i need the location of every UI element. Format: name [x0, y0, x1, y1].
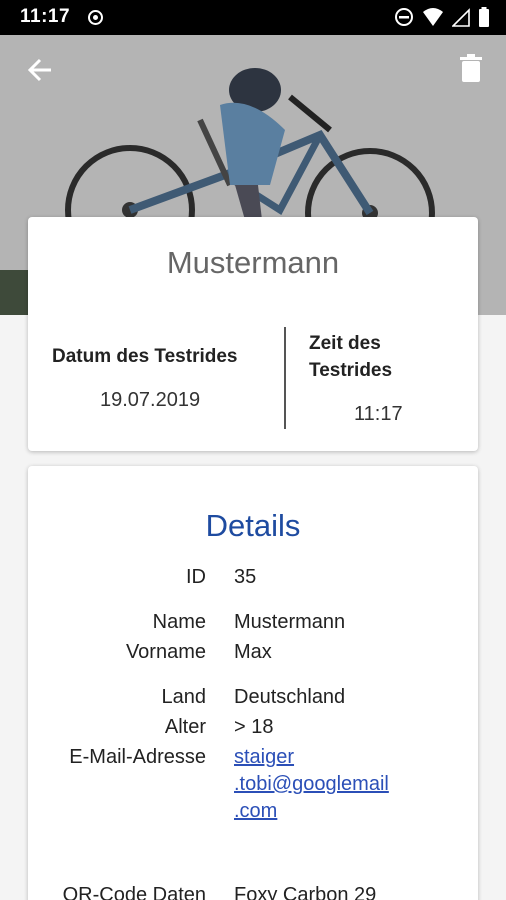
delete-button[interactable]: [456, 50, 486, 86]
detail-value: Mustermann: [234, 611, 346, 633]
detail-label: Name: [152, 611, 206, 633]
summary-title: Mustermann: [166, 245, 340, 280]
time-label-line1: Zeit des: [309, 333, 381, 354]
trash-icon: [460, 54, 482, 82]
detail-label: Vorname: [125, 641, 206, 663]
email-link[interactable]: staiger .tobi@googlemail .com: [234, 744, 389, 825]
details-title: Details: [205, 508, 301, 543]
status-icons: [394, 6, 490, 28]
notification-icon: [88, 10, 103, 25]
detail-label: Alter: [164, 716, 206, 738]
back-button[interactable]: [20, 52, 60, 88]
email-line: .tobi@googlemail: [234, 773, 389, 795]
detail-value: 35: [234, 566, 257, 588]
time-label: Zeit des Testrides: [309, 330, 392, 384]
detail-label: QR-Code Daten: [62, 884, 206, 900]
status-bar: 11:17: [0, 0, 506, 35]
wifi-icon: [423, 8, 443, 26]
detail-label: E-Mail-Adresse: [69, 746, 206, 768]
status-time: 11:17: [20, 6, 71, 27]
date-label: Datum des Testrides: [52, 346, 238, 367]
detail-value: Max: [234, 641, 272, 663]
detail-value: Foxy Carbon 29: [234, 884, 377, 900]
battery-icon: [479, 7, 489, 27]
date-value: 19.07.2019: [100, 389, 201, 411]
detail-value: Deutschland: [234, 686, 346, 708]
time-label-line2: Testrides: [309, 360, 393, 381]
email-line: staiger: [234, 746, 295, 768]
email-line: .com: [234, 800, 278, 822]
arrow-back-icon: [27, 58, 51, 82]
do-not-disturb-icon: [395, 8, 413, 26]
column-divider: [284, 327, 286, 429]
details-card: Details ID 35 Name Mustermann Vorname Ma…: [28, 466, 478, 900]
time-value: 11:17: [354, 403, 403, 425]
detail-label: Land: [161, 686, 207, 708]
signal-icon: [452, 8, 470, 27]
detail-label: ID: [186, 566, 206, 588]
detail-value: > 18: [234, 716, 274, 738]
summary-card: Mustermann Datum des Testrides 19.07.201…: [28, 217, 478, 451]
